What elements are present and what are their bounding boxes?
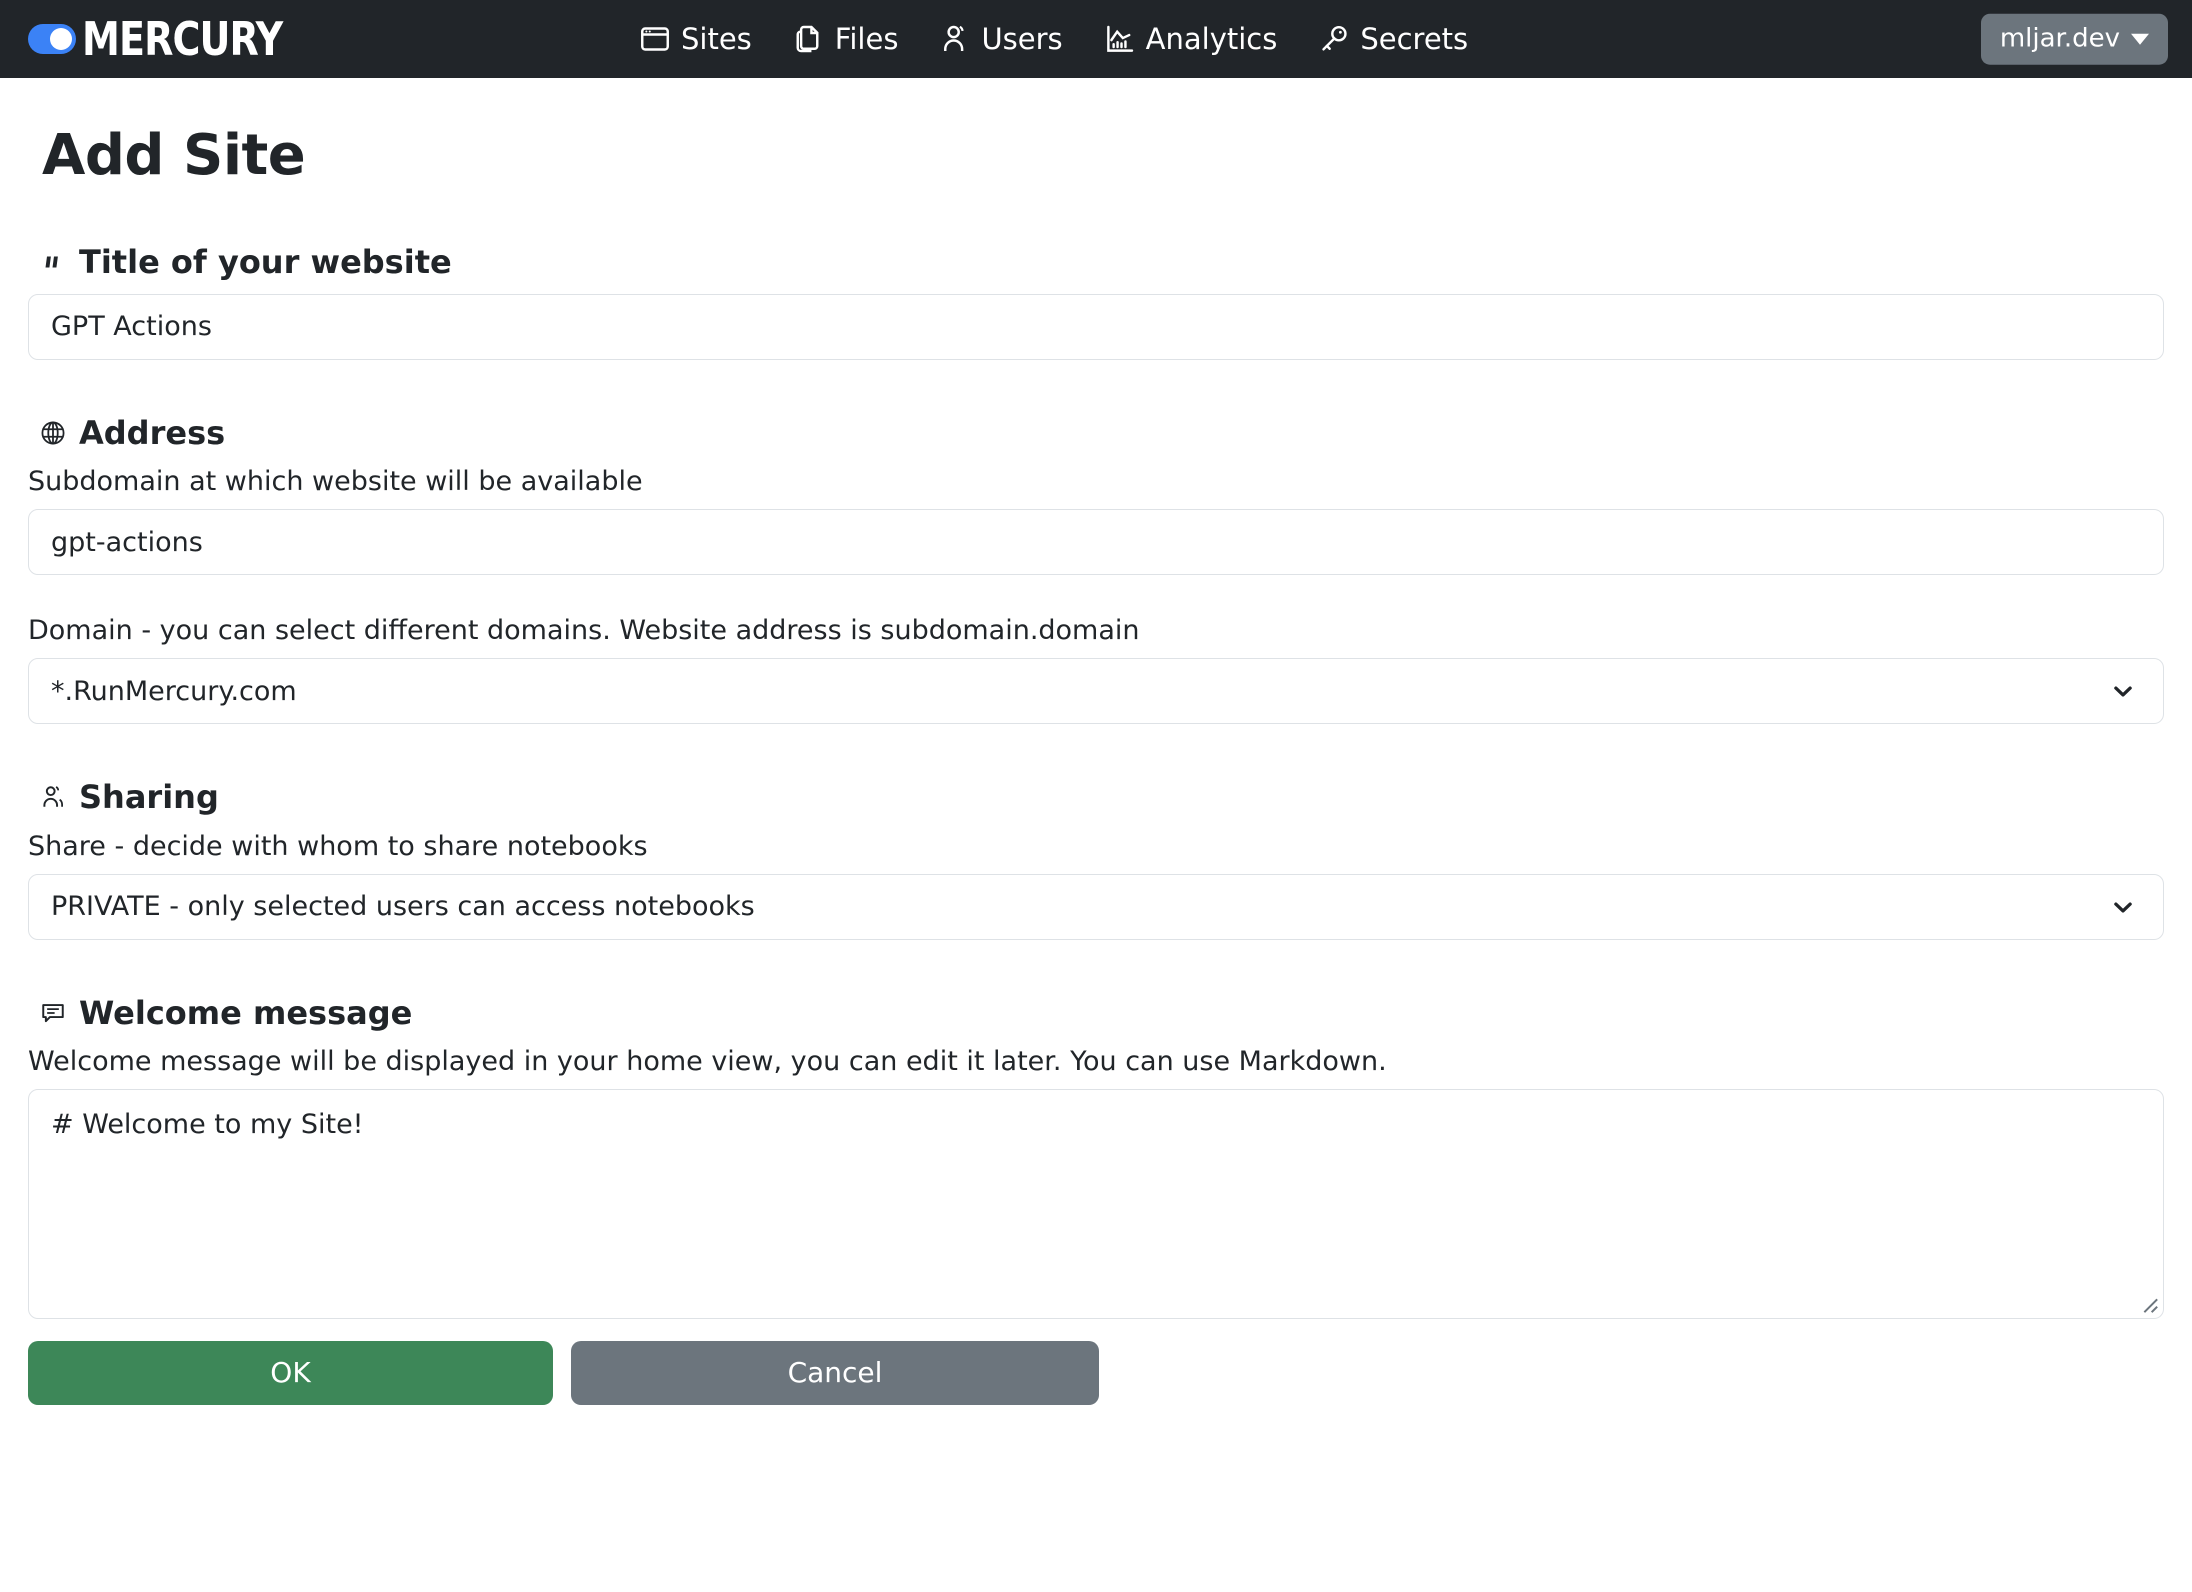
domain-select[interactable]: *.RunMercury.com	[28, 658, 2164, 724]
chat-bubble-icon	[40, 1000, 66, 1026]
caret-down-icon	[2131, 34, 2149, 45]
website-title-input[interactable]: GPT Actions	[28, 294, 2164, 360]
section-header-welcome: Welcome message	[40, 994, 2164, 1032]
section-address: Address Subdomain at which website will …	[28, 414, 2164, 725]
nav-item-secrets[interactable]: Secrets	[1319, 24, 1468, 54]
section-title-label: Title of your website	[79, 243, 452, 281]
section-sharing-label: Sharing	[79, 778, 219, 816]
domain-label: Domain - you can select different domain…	[28, 613, 2164, 648]
cancel-button[interactable]: Cancel	[571, 1341, 1099, 1405]
page-body: Add Site Title of your website GPT Actio…	[0, 122, 2192, 1435]
share-select[interactable]: PRIVATE - only selected users can access…	[28, 874, 2164, 940]
nav-item-sites[interactable]: Sites	[640, 24, 752, 54]
globe-icon	[40, 420, 66, 446]
section-welcome-label: Welcome message	[79, 994, 412, 1032]
nav-item-analytics[interactable]: Analytics	[1105, 24, 1278, 54]
nav-item-analytics-label: Analytics	[1146, 25, 1278, 54]
user-account-label: mljar.dev	[2000, 25, 2120, 54]
domain-select-wrapper: *.RunMercury.com	[28, 658, 2164, 724]
nav-item-users-label: Users	[981, 25, 1062, 54]
section-address-label: Address	[79, 414, 225, 452]
welcome-textarea-wrapper: # Welcome to my Site!	[28, 1089, 2164, 1319]
user-account-menu[interactable]: mljar.dev	[1981, 14, 2168, 65]
subdomain-label: Subdomain at which website will be avail…	[28, 464, 2164, 499]
nav-item-users[interactable]: Users	[940, 24, 1062, 54]
section-sharing: Sharing Share - decide with whom to shar…	[28, 778, 2164, 939]
section-welcome-message: Welcome message Welcome message will be …	[28, 994, 2164, 1319]
browser-window-icon	[640, 24, 670, 54]
brand-logo[interactable]: MERCURY	[28, 16, 300, 62]
toggle-switch-icon	[28, 24, 76, 54]
form-actions: OK Cancel	[28, 1341, 2164, 1435]
page-title: Add Site	[42, 122, 2164, 189]
nav-item-sites-label: Sites	[681, 25, 752, 54]
section-header-sharing: Sharing	[40, 778, 2164, 816]
subdomain-input[interactable]: gpt-actions	[28, 509, 2164, 575]
top-navbar: MERCURY Sites Files	[0, 0, 2192, 78]
nav-item-files[interactable]: Files	[794, 24, 899, 54]
main-navigation: Sites Files Users	[640, 0, 1468, 78]
section-title-of-website: Title of your website GPT Actions	[28, 243, 2164, 359]
quote-icon	[40, 249, 66, 275]
key-icon	[1319, 24, 1349, 54]
welcome-description: Welcome message will be displayed in you…	[28, 1044, 2164, 1079]
share-label: Share - decide with whom to share notebo…	[28, 829, 2164, 864]
brand-name: MERCURY	[82, 16, 282, 62]
people-icon	[40, 784, 66, 810]
graph-up-icon	[1105, 24, 1135, 54]
share-select-wrapper: PRIVATE - only selected users can access…	[28, 874, 2164, 940]
ok-button[interactable]: OK	[28, 1341, 553, 1405]
section-header-address: Address	[40, 414, 2164, 452]
person-icon	[940, 24, 970, 54]
nav-item-files-label: Files	[835, 25, 899, 54]
welcome-message-textarea[interactable]: # Welcome to my Site!	[28, 1089, 2164, 1319]
copy-files-icon	[794, 24, 824, 54]
section-header-title: Title of your website	[40, 243, 2164, 281]
nav-item-secrets-label: Secrets	[1360, 25, 1468, 54]
